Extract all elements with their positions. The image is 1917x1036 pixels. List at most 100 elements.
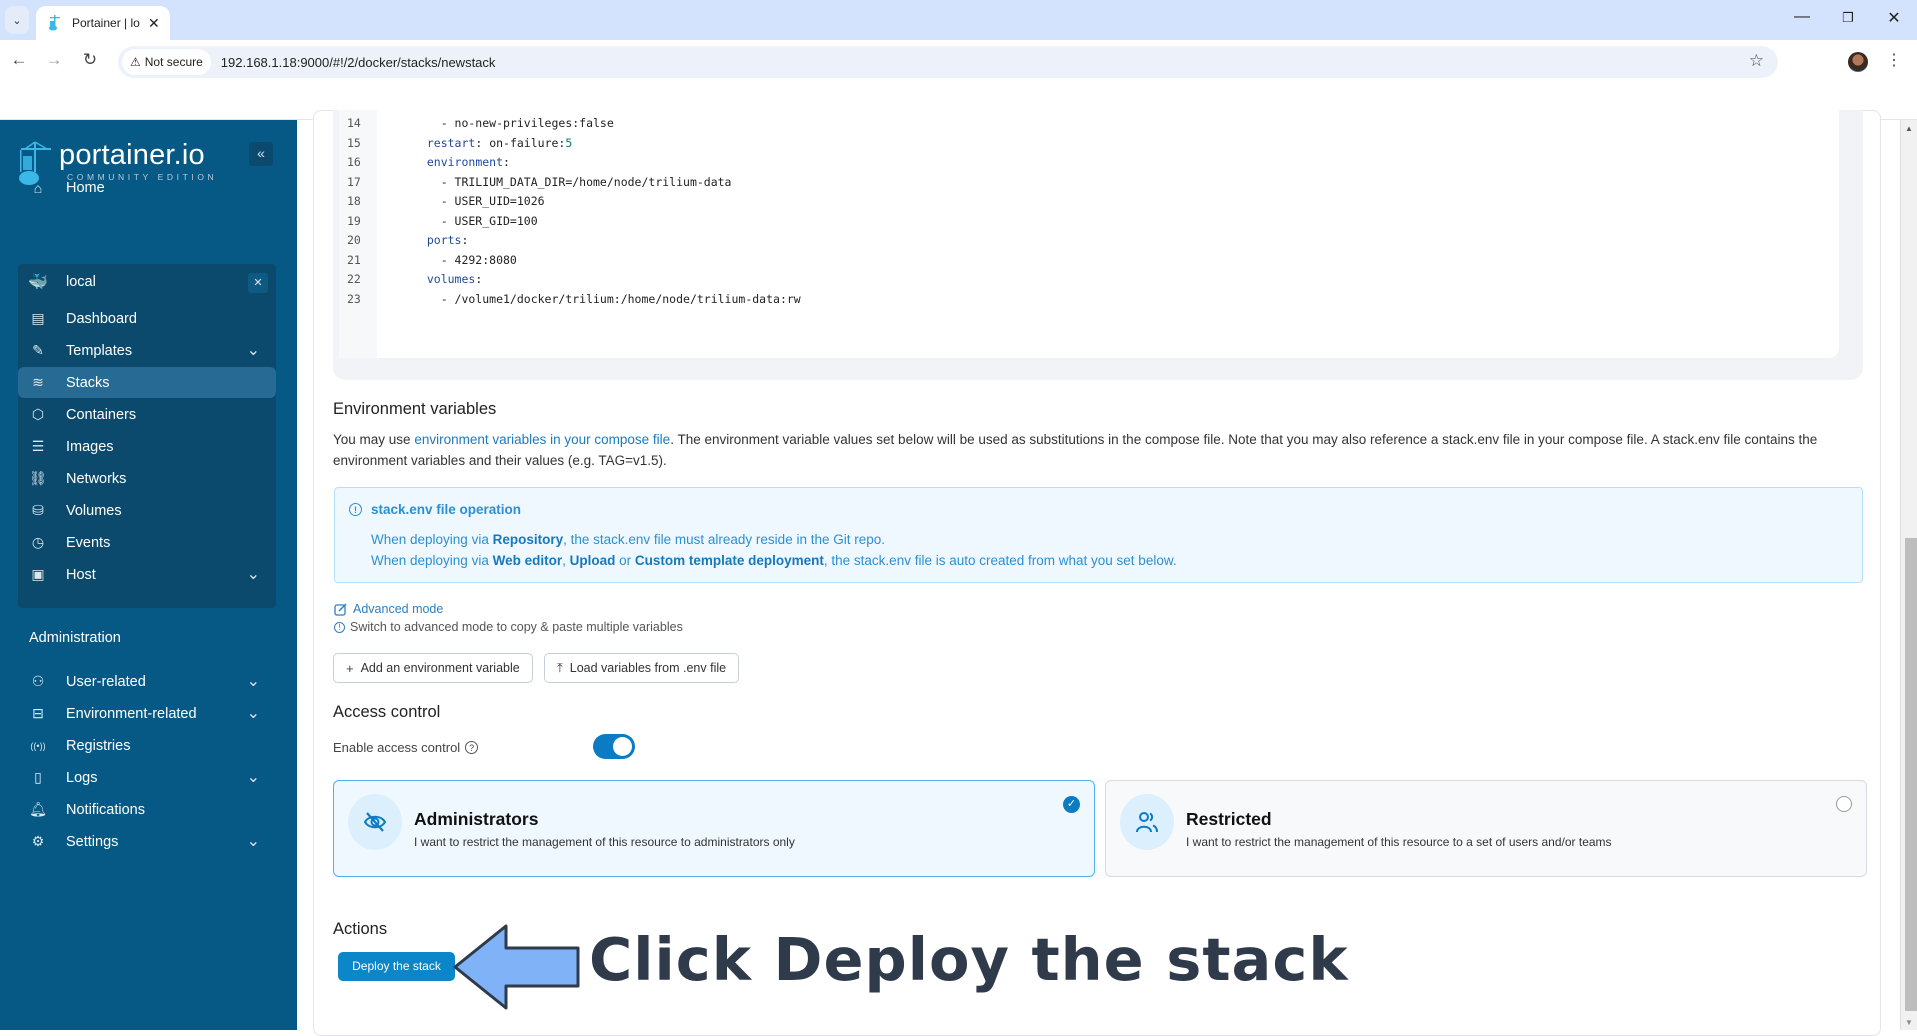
- deploy-stack-button[interactable]: Deploy the stack: [338, 952, 455, 981]
- sidebar-item-label: Environment-related: [66, 705, 197, 722]
- sidebar-item-images[interactable]: ☰ Images: [18, 431, 276, 462]
- env-vars-docs-link[interactable]: environment variables in your compose fi…: [414, 432, 670, 447]
- annotation-text: Click Deploy the stack: [589, 925, 1349, 994]
- scroll-down-icon[interactable]: ▼: [1905, 1018, 1913, 1027]
- sidebar-item-networks[interactable]: ⛓ Networks: [18, 463, 276, 494]
- line-number: 15: [347, 135, 361, 150]
- back-icon[interactable]: ←: [7, 50, 31, 70]
- sidebar-item-settings[interactable]: ⚙ Settings ⌄: [18, 826, 276, 857]
- sidebar-item-label: Host: [66, 566, 96, 583]
- sidebar-item-containers[interactable]: ⬡ Containers: [18, 399, 276, 430]
- sidebar-item-label: Home: [66, 179, 105, 196]
- main-content: 14 - no-new-privileges:false 15 restart: …: [297, 110, 1900, 1036]
- stack-env-info-box: ! stack.env file operation When deployin…: [334, 487, 1863, 583]
- code-line[interactable]: - USER_UID=1026: [413, 192, 545, 212]
- profile-avatar[interactable]: [1848, 52, 1868, 72]
- advanced-mode-link[interactable]: Advanced mode: [334, 602, 443, 616]
- chevron-down-icon[interactable]: ⌄: [247, 833, 260, 849]
- yaml-key: restart: [426, 135, 476, 150]
- network-icon: ⛓: [29, 470, 47, 486]
- code-line[interactable]: - /volume1/docker/trilium:/home/node/tri…: [413, 290, 801, 310]
- code-line[interactable]: restart: on-failure:5: [413, 134, 572, 154]
- sidebar-item-registries[interactable]: ((•)) Registries: [18, 730, 276, 761]
- line-number: 19: [347, 213, 361, 228]
- eye-off-icon: [348, 794, 402, 850]
- annotation-arrow-icon: [453, 924, 580, 1010]
- chevron-down-icon[interactable]: ⌄: [247, 705, 260, 721]
- code-line[interactable]: - USER_GID=100: [413, 212, 538, 232]
- hard-drive-icon: ⊟: [32, 705, 44, 721]
- security-label: Not secure: [144, 55, 203, 69]
- chevron-down-icon[interactable]: ⌄: [247, 673, 260, 689]
- sidebar-item-templates[interactable]: ✎ Templates ⌄: [18, 335, 276, 366]
- sidebar-item-label: User-related: [66, 673, 146, 690]
- sidebar-item-events[interactable]: ◷ Events: [18, 527, 276, 558]
- chevron-down-icon[interactable]: ⌄: [247, 566, 260, 582]
- url-text[interactable]: 192.168.1.18:9000/#!/2/docker/stacks/new…: [221, 55, 496, 70]
- security-chip[interactable]: ⚠ Not secure: [122, 49, 211, 75]
- sidebar-item-environment-related[interactable]: ⊟ Environment-related ⌄: [18, 698, 276, 729]
- warning-icon: ⚠: [130, 55, 141, 69]
- sidebar-item-label: Registries: [66, 737, 131, 754]
- browser-tab[interactable]: Portainer | lo ✕: [36, 6, 170, 40]
- sidebar-item-volumes[interactable]: ⛁ Volumes: [18, 495, 276, 526]
- sidebar-item-notifications[interactable]: 🔔︎ Notifications: [18, 794, 276, 825]
- code-line[interactable]: ports:: [413, 231, 469, 251]
- code-line[interactable]: environment:: [413, 153, 510, 173]
- sidebar-item-dashboard[interactable]: ▤ Dashboard: [18, 303, 276, 334]
- chevron-down-icon[interactable]: ⌄: [247, 769, 260, 785]
- page-scrollbar[interactable]: ▲ ▼: [1900, 120, 1917, 1030]
- environment-name: local: [66, 273, 96, 290]
- close-tab-icon[interactable]: ✕: [148, 15, 160, 32]
- scroll-thumb[interactable]: [1905, 538, 1917, 1011]
- restore-icon[interactable]: ❐: [1828, 10, 1868, 26]
- bookmark-star-icon[interactable]: ☆: [1749, 51, 1764, 71]
- box-icon: ⬡: [31, 406, 45, 422]
- close-environment-button[interactable]: ✕: [248, 273, 268, 293]
- access-option-administrators[interactable]: Administrators I want to restrict the ma…: [333, 780, 1095, 877]
- line-number: 20: [347, 233, 361, 247]
- administration-heading: Administration: [29, 630, 121, 646]
- sidebar-item-home[interactable]: ⌂ Home: [18, 172, 276, 203]
- code-line[interactable]: volumes:: [413, 270, 482, 290]
- list-icon: ☰: [31, 438, 45, 454]
- chevron-down-icon[interactable]: ⌄: [247, 342, 260, 358]
- enable-access-control-label: Enable access control ?: [333, 740, 479, 755]
- layers-icon: ≋: [32, 374, 44, 390]
- bell-icon: 🔔︎: [29, 801, 47, 817]
- load-env-file-button[interactable]: ⤒ Load variables from .env file: [544, 653, 740, 683]
- forward-icon[interactable]: →: [42, 50, 66, 70]
- option-title: Administrators: [414, 809, 539, 829]
- browser-menu-icon[interactable]: ⋮: [1886, 50, 1902, 70]
- code-line[interactable]: - no-new-privileges:false: [413, 114, 614, 134]
- settings-icon: ⚙: [31, 833, 45, 849]
- sidebar-item-user-related[interactable]: ⚇ User-related ⌄: [18, 666, 276, 697]
- collapse-sidebar-button[interactable]: «: [249, 142, 273, 166]
- tab-search-button[interactable]: ⌄: [5, 6, 29, 34]
- info-line-web-editor: When deploying via Web editor, Upload or…: [371, 553, 1177, 568]
- scroll-up-icon[interactable]: ▲: [1905, 124, 1913, 133]
- line-number: 21: [347, 252, 361, 267]
- line-number: 14: [347, 116, 361, 130]
- code-line[interactable]: - TRILIUM_DATA_DIR=/home/node/trilium-da…: [413, 173, 732, 193]
- access-option-restricted[interactable]: Restricted I want to restrict the manage…: [1105, 780, 1867, 877]
- access-control-toggle[interactable]: [593, 734, 635, 759]
- address-bar-row: ← → ↻ ⚠ Not secure 192.168.1.18:9000/#!/…: [0, 40, 1917, 84]
- address-bar[interactable]: ⚠ Not secure 192.168.1.18:9000/#!/2/dock…: [118, 46, 1778, 78]
- code-editor[interactable]: [377, 110, 1839, 358]
- environment-header[interactable]: 🐳 local: [18, 266, 276, 297]
- chevron-down-icon: ⌄: [12, 14, 22, 27]
- reload-icon[interactable]: ↻: [78, 50, 102, 70]
- sidebar-item-logs[interactable]: ▯ Logs ⌄: [18, 762, 276, 793]
- yaml-key: ports: [426, 233, 462, 247]
- sidebar-item-host[interactable]: ▣ Host ⌄: [18, 559, 276, 590]
- code-line[interactable]: - 4292:8080: [413, 251, 517, 271]
- info-line-repository: When deploying via Repository, the stack…: [371, 532, 885, 547]
- help-icon[interactable]: ?: [465, 741, 479, 754]
- window-close-icon[interactable]: ✕: [1874, 8, 1914, 28]
- minimize-icon[interactable]: —: [1782, 8, 1822, 26]
- add-env-variable-button[interactable]: + Add an environment variable: [333, 653, 533, 683]
- radio-button[interactable]: [1836, 796, 1852, 812]
- sidebar-item-stacks[interactable]: ≋ Stacks: [18, 367, 276, 398]
- sidebar-item-label: Settings: [66, 833, 119, 850]
